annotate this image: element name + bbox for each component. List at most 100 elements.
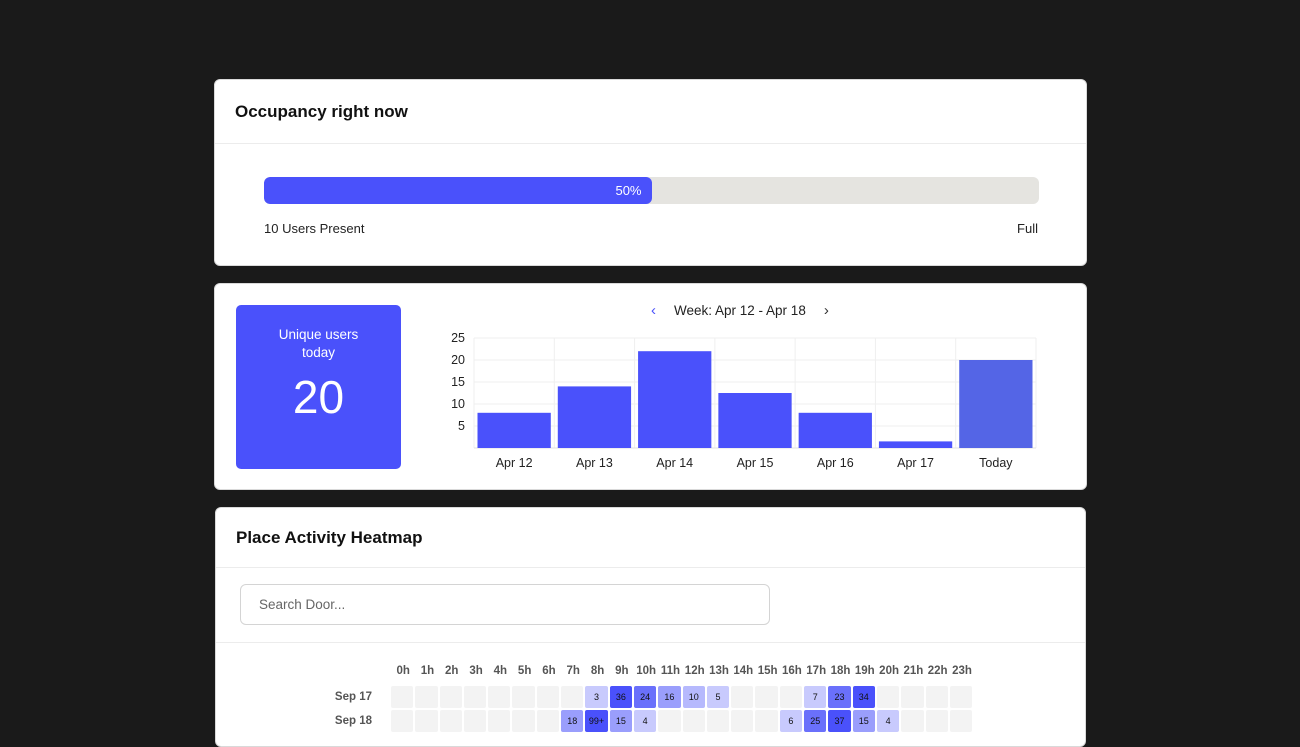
hour-label: 2h bbox=[445, 665, 459, 677]
heatmap-cell[interactable] bbox=[949, 710, 973, 732]
heatmap-row-label: Sep 18 bbox=[334, 715, 372, 727]
heatmap-cell[interactable] bbox=[439, 686, 462, 708]
heatmap-cell[interactable]: 15 bbox=[852, 710, 875, 732]
heatmap-cell[interactable]: 5 bbox=[706, 686, 730, 708]
heatmap-cell[interactable] bbox=[925, 710, 948, 732]
heatmap-cell[interactable]: 4 bbox=[633, 710, 657, 732]
heatmap-cell[interactable] bbox=[488, 710, 511, 732]
heatmap-cell[interactable]: 16 bbox=[658, 686, 681, 708]
weekly-stats-card: Unique users today 20 ‹ Week: Apr 12 - A… bbox=[214, 283, 1087, 490]
heatmap-cell[interactable] bbox=[779, 686, 803, 708]
heatmap-cell[interactable]: 34 bbox=[852, 686, 875, 708]
bar-today[interactable] bbox=[959, 360, 1033, 448]
y-tick-label: 15 bbox=[451, 375, 465, 389]
heatmap-cell[interactable] bbox=[561, 686, 584, 708]
bar-apr-17[interactable] bbox=[878, 441, 953, 448]
heatmap-title: Place Activity Heatmap bbox=[236, 527, 423, 547]
heatmap-cell[interactable]: 10 bbox=[682, 686, 705, 708]
week-navigator: ‹ Week: Apr 12 - Apr 18 › bbox=[651, 302, 829, 319]
heatmap-cell[interactable] bbox=[391, 710, 414, 732]
heatmap-cell[interactable]: 7 bbox=[804, 686, 827, 708]
unique-users-value: 20 bbox=[292, 371, 345, 423]
heatmap-cell[interactable] bbox=[512, 710, 535, 732]
heatmap-cell[interactable] bbox=[755, 686, 778, 708]
heatmap-cell[interactable] bbox=[536, 686, 560, 708]
heatmap-cell[interactable] bbox=[463, 686, 487, 708]
heatmap-cell[interactable]: 15 bbox=[609, 710, 632, 732]
occupancy-progress-track: 50% bbox=[264, 177, 1039, 204]
heatmap-cell[interactable] bbox=[731, 710, 754, 732]
heatmap-cell[interactable]: 6 bbox=[779, 710, 803, 732]
heatmap-cell[interactable] bbox=[876, 686, 900, 708]
heatmap-cell[interactable]: 4 bbox=[876, 710, 900, 732]
occupancy-title: Occupancy right now bbox=[235, 101, 408, 121]
heatmap-cell[interactable] bbox=[755, 710, 778, 732]
heatmap-cell[interactable]: 18 bbox=[561, 710, 584, 732]
heatmap-row: Sep 18 18 99+ 15 4 6 25 37 15 4 bbox=[216, 710, 973, 732]
chevron-right-icon[interactable]: › bbox=[824, 302, 829, 319]
heatmap-cell[interactable]: 36 bbox=[609, 686, 632, 708]
occupancy-header: Occupancy right now bbox=[215, 80, 1086, 144]
bar-apr-12[interactable] bbox=[477, 412, 551, 448]
unique-users-tile: Unique users today 20 bbox=[236, 305, 401, 469]
heatmap-cell[interactable] bbox=[949, 686, 973, 708]
hour-label: 22h bbox=[927, 665, 948, 677]
heatmap-cell[interactable] bbox=[536, 710, 560, 732]
heatmap-cell[interactable]: 23 bbox=[828, 686, 851, 708]
hour-label: 5h bbox=[517, 665, 532, 677]
hour-label: 10h bbox=[636, 665, 657, 677]
hour-label: 11h bbox=[660, 665, 680, 677]
bar-apr-16[interactable] bbox=[798, 412, 872, 448]
x-tick-label: Apr 12 bbox=[496, 456, 533, 470]
hour-label: 23h bbox=[952, 665, 972, 677]
x-tick-label: Apr 15 bbox=[737, 456, 774, 470]
heatmap-cell[interactable]: 37 bbox=[828, 710, 851, 732]
heatmap-cell[interactable] bbox=[391, 686, 414, 708]
heatmap-cell[interactable] bbox=[706, 710, 730, 732]
hour-label: 17h bbox=[806, 665, 827, 677]
heatmap-cell[interactable] bbox=[731, 686, 754, 708]
chevron-left-icon[interactable]: ‹ bbox=[651, 302, 656, 319]
bar-apr-14[interactable] bbox=[638, 351, 712, 448]
x-tick-label: Today bbox=[979, 456, 1013, 470]
hour-label: 6h bbox=[542, 665, 556, 677]
heatmap-row-cells: 3 36 24 16 10 5 7 23 34 bbox=[391, 686, 973, 708]
heatmap-row: Sep 17 3 36 24 16 10 5 7 23 34 bbox=[216, 686, 973, 708]
hour-label: 16h bbox=[781, 665, 802, 677]
heatmap-cell[interactable] bbox=[415, 710, 438, 732]
unique-users-label: Unique users today bbox=[278, 327, 359, 360]
search-door-input[interactable] bbox=[240, 584, 770, 625]
hour-label: 9h bbox=[615, 665, 629, 677]
occupancy-progress-fill: 50% bbox=[264, 177, 652, 204]
bar-apr-13[interactable] bbox=[557, 386, 632, 448]
x-tick-label: Apr 17 bbox=[897, 456, 934, 470]
heatmap-cell[interactable]: 99+ bbox=[585, 710, 608, 732]
heatmap-header: Place Activity Heatmap bbox=[216, 508, 1085, 568]
search-bar-area bbox=[216, 568, 1085, 643]
bar-apr-15[interactable] bbox=[718, 393, 792, 448]
x-tick-label: Apr 14 bbox=[656, 456, 693, 470]
heatmap-row-label: Sep 17 bbox=[334, 691, 372, 703]
hour-label: 14h bbox=[733, 665, 754, 677]
y-tick-label: 20 bbox=[451, 353, 465, 367]
heatmap-cell[interactable] bbox=[901, 710, 924, 732]
heatmap-card: Place Activity Heatmap 0h 1h 2h 3h 4h 5h 6h 7h 8… bbox=[215, 507, 1086, 747]
heatmap-cell[interactable] bbox=[682, 710, 705, 732]
heatmap-cell[interactable] bbox=[415, 686, 438, 708]
heatmap-cell[interactable] bbox=[488, 686, 511, 708]
heatmap-cell[interactable] bbox=[463, 710, 487, 732]
users-present-label: 10 Users Present bbox=[264, 221, 365, 236]
heatmap-cell[interactable]: 25 bbox=[804, 710, 827, 732]
heatmap-cell[interactable]: 3 bbox=[585, 686, 608, 708]
hour-label: 1h bbox=[420, 665, 435, 677]
heatmap-cell[interactable] bbox=[658, 710, 681, 732]
heatmap-cell[interactable] bbox=[512, 686, 535, 708]
y-tick-label: 5 bbox=[458, 419, 465, 433]
heatmap-cell[interactable] bbox=[925, 686, 948, 708]
heatmap-cell[interactable]: 24 bbox=[633, 686, 657, 708]
hour-label: 8h bbox=[590, 665, 605, 677]
hour-label: 12h bbox=[684, 665, 705, 677]
hour-label: 3h bbox=[469, 665, 483, 677]
heatmap-cell[interactable] bbox=[901, 686, 924, 708]
heatmap-cell[interactable] bbox=[439, 710, 462, 732]
